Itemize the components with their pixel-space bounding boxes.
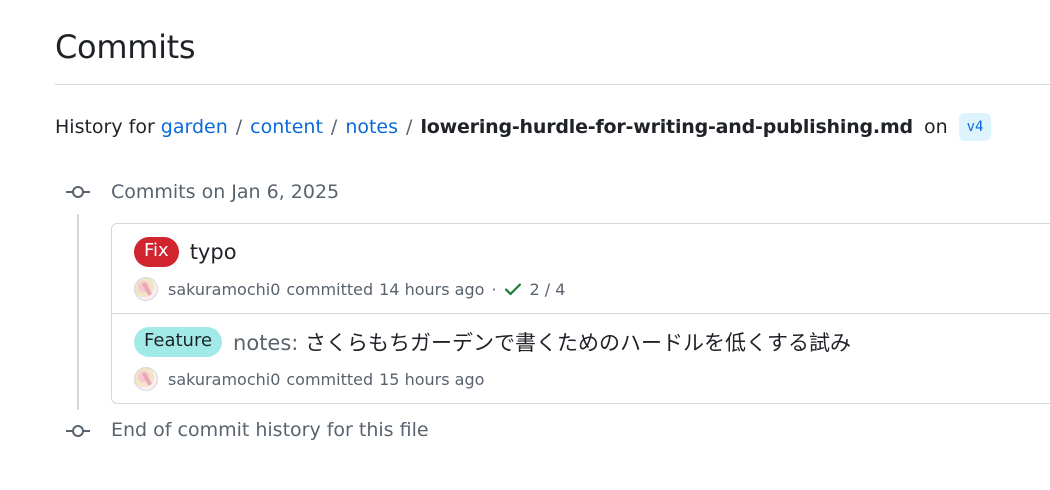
timeline-line: [77, 214, 79, 410]
commit-title-link[interactable]: typo: [190, 240, 237, 264]
breadcrumb-link-notes[interactable]: notes: [345, 116, 398, 138]
commit-meta: sakuramochi0 committed 14 hours ago · 2 …: [134, 277, 565, 301]
meta-separator: ·: [491, 279, 497, 299]
breadcrumb-separator: /: [330, 116, 338, 138]
end-of-history-text: End of commit history for this file: [111, 419, 429, 441]
page-title: Commits: [55, 28, 196, 66]
commit-author[interactable]: sakuramochi0: [168, 280, 280, 299]
commit-title-text: さくらもちガーデンで書くためのハードルを低くする試み: [305, 331, 852, 355]
commit-time: 14 hours ago: [379, 279, 485, 299]
commit-title-line: Fix typo: [134, 237, 565, 267]
commit-divider: [112, 313, 1050, 314]
commit-item: Feature notes: さくらもちガーデンで書くためのハードルを低くする試…: [134, 327, 851, 391]
commit-label-feature[interactable]: Feature: [134, 327, 223, 357]
avatar[interactable]: [134, 277, 158, 301]
commit-item: Fix typo sakuramochi0 committed 14 hours…: [134, 237, 565, 301]
commit-title-line: Feature notes: さくらもちガーデンで書くためのハードルを低くする試…: [134, 327, 851, 357]
check-icon[interactable]: [503, 279, 523, 299]
commit-title-prefix: notes:: [233, 331, 299, 355]
breadcrumb-link-content[interactable]: content: [250, 116, 323, 138]
checks-status[interactable]: 2 / 4: [529, 280, 565, 299]
on-text: on: [923, 116, 948, 138]
commit-label-fix[interactable]: Fix: [134, 237, 179, 267]
title-divider: [55, 84, 1050, 85]
avatar[interactable]: [134, 367, 158, 391]
history-prefix: History for: [55, 116, 155, 138]
commit-author[interactable]: sakuramochi0: [168, 370, 280, 389]
commit-node-icon: [66, 186, 90, 198]
commit-time: 15 hours ago: [379, 369, 485, 389]
breadcrumb-separator: /: [235, 116, 243, 138]
commit-list: Fix typo sakuramochi0 committed 14 hours…: [111, 223, 1050, 404]
branch-badge[interactable]: v4: [958, 113, 992, 141]
commit-action: committed: [286, 369, 374, 389]
breadcrumb-separator: /: [406, 116, 413, 138]
file-name: lowering-hurdle-for-writing-and-publishi…: [420, 116, 913, 138]
file-history-breadcrumb: History for garden / content / notes / l…: [55, 113, 992, 141]
commit-meta: sakuramochi0 committed 15 hours ago: [134, 367, 851, 391]
breadcrumb-link-garden[interactable]: garden: [161, 116, 228, 138]
commit-action: committed: [286, 279, 374, 299]
commit-title-link[interactable]: notes: さくらもちガーデンで書くためのハードルを低くする試み: [233, 327, 851, 357]
commit-group-heading: Commits on Jan 6, 2025: [111, 181, 340, 203]
end-node-icon: [66, 425, 90, 437]
